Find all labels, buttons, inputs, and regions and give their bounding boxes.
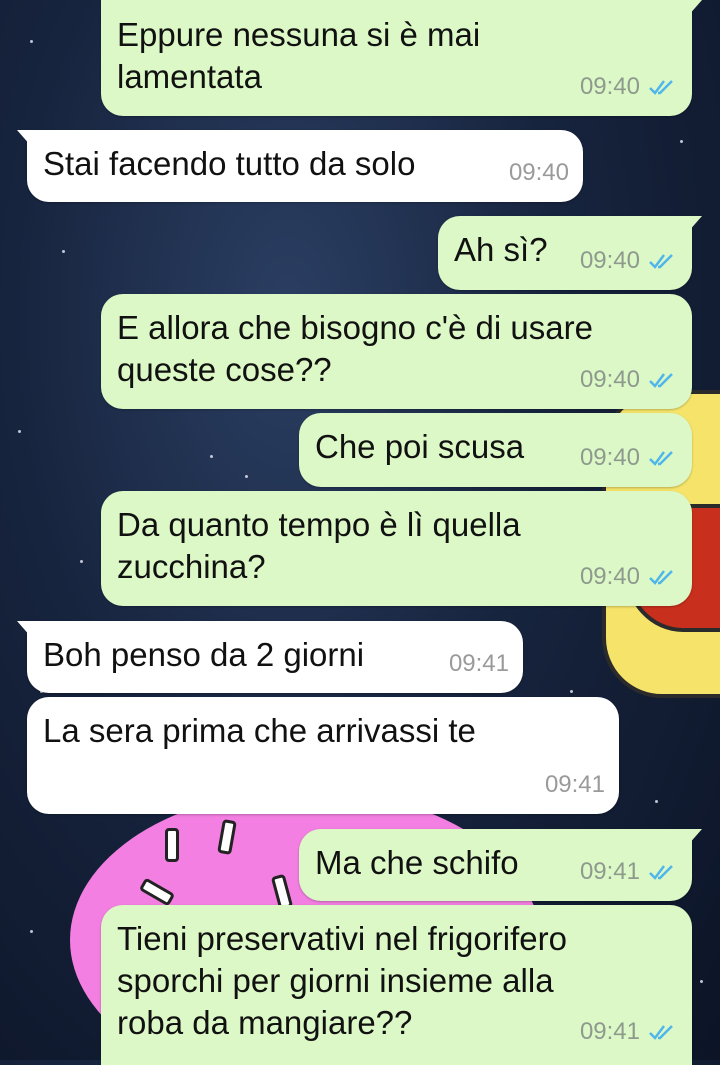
read-receipt-icon <box>649 373 673 388</box>
message-line: roba da mangiare?? <box>117 1004 413 1041</box>
message-line: Da quanto tempo è lì quella <box>117 506 521 543</box>
message-bubble-incoming[interactable]: Stai facendo tutto da solo 09:40 <box>17 130 583 202</box>
read-receipt-icon <box>649 865 673 880</box>
message-line: Che poi scusa <box>315 428 525 465</box>
message-time: 09:40 <box>579 73 640 100</box>
read-receipt-icon <box>649 570 673 585</box>
message-text: Da quanto tempo è lì quella zucchina? <box>117 504 521 588</box>
read-receipt-icon <box>649 451 673 466</box>
message-time: 09:40 <box>579 444 640 471</box>
message-text: Boh penso da 2 giorni <box>43 634 364 676</box>
message-meta: 09:40 <box>580 556 678 598</box>
message-text: Eppure nessuna si è mai lamentata <box>117 14 480 98</box>
message-line: Tieni preservativi nel frigorifero <box>117 920 567 957</box>
message-meta: 09:41 <box>580 1011 678 1053</box>
message-bubble-outgoing[interactable]: Tieni preservativi nel frigorifero sporc… <box>101 905 692 1065</box>
message-text: Che poi scusa <box>315 426 524 468</box>
message-bubble-outgoing[interactable]: Ma che schifo 09:41 <box>299 829 702 901</box>
message-text: Stai facendo tutto da solo <box>43 143 415 185</box>
message-line: sporchi per giorni insieme alla <box>117 962 554 999</box>
read-receipt-icon <box>649 254 673 269</box>
message-bubble-outgoing[interactable]: Che poi scusa 09:40 <box>299 413 692 487</box>
message-text: Tieni preservativi nel frigorifero sporc… <box>117 918 567 1044</box>
read-receipt-icon <box>649 80 673 95</box>
message-meta: 09:41 <box>449 643 509 685</box>
message-line: La sera prima che arrivassi te <box>43 712 476 749</box>
message-bubble-incoming[interactable]: La sera prima che arrivassi te 09:41 <box>27 697 619 814</box>
message-line: Boh penso da 2 giorni <box>43 636 365 673</box>
message-bubble-outgoing[interactable]: Eppure nessuna si è mai lamentata 09:40 <box>101 0 702 116</box>
message-line: zucchina? <box>117 548 266 585</box>
message-meta: 09:40 <box>580 240 678 282</box>
message-text: La sera prima che arrivassi te <box>43 710 476 752</box>
message-time: 09:40 <box>579 563 640 590</box>
message-meta: 09:41 <box>580 851 678 893</box>
message-line: lamentata <box>117 58 262 95</box>
message-time: 09:40 <box>579 247 640 274</box>
message-time: 09:41 <box>448 650 509 677</box>
message-line: Ma che schifo <box>315 844 519 881</box>
message-time: 09:40 <box>579 366 640 393</box>
message-time: 09:41 <box>544 771 605 798</box>
message-text: Ah sì? <box>454 229 548 271</box>
message-meta: 09:40 <box>580 66 678 108</box>
message-time: 09:40 <box>508 159 569 186</box>
message-line: queste cose?? <box>117 351 332 388</box>
message-meta: 09:40 <box>580 437 678 479</box>
message-line: Stai facendo tutto da solo <box>43 145 416 182</box>
message-meta: 09:40 <box>509 152 569 194</box>
message-bubble-outgoing[interactable]: E allora che bisogno c'è di usare queste… <box>101 294 692 409</box>
message-line: Eppure nessuna si è mai <box>117 16 481 53</box>
message-line: E allora che bisogno c'è di usare <box>117 309 593 346</box>
message-bubble-outgoing[interactable]: Da quanto tempo è lì quella zucchina? 09… <box>101 491 692 606</box>
message-bubble-incoming[interactable]: Boh penso da 2 giorni 09:41 <box>17 621 523 693</box>
message-bubble-outgoing[interactable]: Ah sì? 09:40 <box>438 216 702 290</box>
message-line: Ah sì? <box>454 231 548 268</box>
message-text: Ma che schifo <box>315 842 519 884</box>
message-text: E allora che bisogno c'è di usare queste… <box>117 307 593 391</box>
message-meta: 09:41 <box>545 764 605 806</box>
message-time: 09:41 <box>579 1018 640 1045</box>
message-meta: 09:40 <box>580 359 678 401</box>
message-time: 09:41 <box>579 858 640 885</box>
read-receipt-icon <box>649 1025 673 1040</box>
